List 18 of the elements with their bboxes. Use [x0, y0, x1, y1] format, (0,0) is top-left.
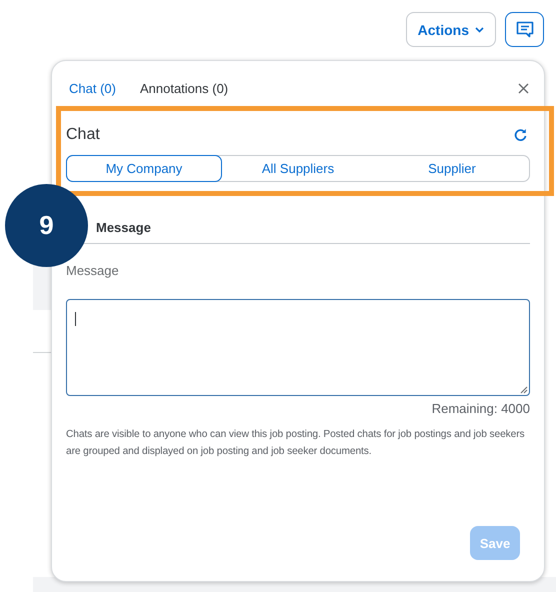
section-heading: Message [96, 220, 152, 236]
info-text: Chats are visible to anyone who can view this job posting. Posted chats for job postings and job seekers are grouped and displayed on job posting and job seeker documents. [66, 428, 526, 459]
chevron-down-icon [475, 26, 484, 32]
segment-button[interactable]: Supplier [374, 155, 530, 182]
chat-button[interactable] [505, 12, 544, 47]
close-icon[interactable] [518, 82, 529, 94]
tab[interactable]: Annotations (0) [136, 76, 232, 100]
chat-icon [516, 21, 534, 38]
message-field[interactable] [66, 299, 530, 396]
tab[interactable]: Chat (0) [66, 76, 119, 100]
character-counter: Remaining: 4000 [430, 401, 530, 416]
refresh-icon[interactable] [513, 128, 528, 142]
segment-button[interactable]: All Suppliers [220, 155, 376, 182]
segment-button[interactable]: My Company [66, 155, 222, 182]
actions-button[interactable]: Actions [406, 12, 496, 47]
resize-handle-icon[interactable] [520, 386, 528, 394]
section-title: Chat [66, 126, 100, 144]
step-badge: 9 [5, 184, 88, 267]
